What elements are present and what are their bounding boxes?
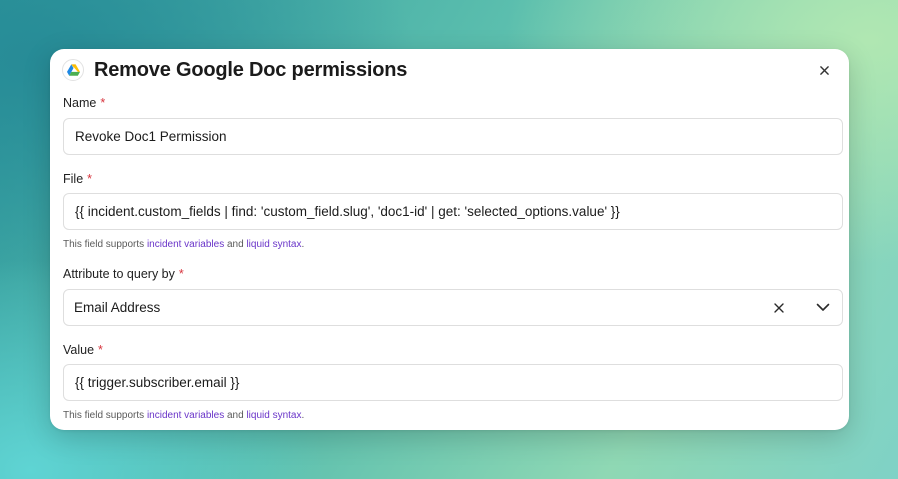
google-drive-icon	[62, 59, 84, 81]
file-help-text: This field supports incident variables a…	[63, 239, 304, 250]
help-prefix: This field supports	[63, 239, 147, 250]
liquid-syntax-link[interactable]: liquid syntax	[246, 239, 301, 250]
file-label-text: File	[63, 172, 84, 186]
name-label: Name *	[63, 96, 105, 110]
clear-selection-button[interactable]	[768, 297, 790, 319]
value-label: Value *	[63, 343, 103, 357]
file-input[interactable]: {{ incident.custom_fields | find: 'custo…	[63, 193, 843, 230]
help-middle: and	[224, 410, 247, 421]
file-input-value: {{ incident.custom_fields | find: 'custo…	[75, 204, 620, 219]
help-middle: and	[224, 239, 247, 250]
value-help-text: This field supports incident variables a…	[63, 410, 304, 421]
value-label-text: Value	[63, 343, 95, 357]
help-suffix: .	[301, 239, 305, 250]
value-input[interactable]: {{ trigger.subscriber.email }}	[63, 364, 843, 401]
select-controls	[768, 290, 834, 325]
value-input-value: {{ trigger.subscriber.email }}	[75, 375, 240, 390]
help-prefix: This field supports	[63, 410, 147, 421]
modal-header: Remove Google Doc permissions	[62, 57, 837, 83]
chevron-down-icon	[816, 303, 830, 311]
file-label: File *	[63, 172, 92, 186]
name-label-text: Name	[63, 96, 97, 110]
liquid-syntax-link[interactable]: liquid syntax	[246, 410, 301, 421]
attribute-select-value: Email Address	[74, 300, 161, 315]
modal-title: Remove Google Doc permissions	[94, 58, 408, 81]
attribute-label: Attribute to query by *	[63, 267, 184, 281]
attribute-label-text: Attribute to query by	[63, 267, 175, 281]
modal-dialog: Remove Google Doc permissions Name * Revo…	[50, 49, 849, 430]
name-input[interactable]: Revoke Doc1 Permission	[63, 118, 843, 155]
incident-variables-link[interactable]: incident variables	[147, 239, 224, 250]
help-suffix: .	[301, 410, 305, 421]
attribute-select[interactable]: Email Address	[63, 289, 843, 326]
incident-variables-link[interactable]: incident variables	[147, 410, 224, 421]
dropdown-toggle-button[interactable]	[812, 297, 834, 319]
required-marker: *	[178, 267, 184, 281]
clear-icon	[774, 302, 784, 313]
name-input-value: Revoke Doc1 Permission	[75, 129, 227, 144]
close-button[interactable]	[815, 61, 833, 79]
required-marker: *	[100, 96, 106, 110]
required-marker: *	[87, 172, 93, 186]
close-icon	[819, 65, 829, 75]
required-marker: *	[98, 343, 103, 357]
